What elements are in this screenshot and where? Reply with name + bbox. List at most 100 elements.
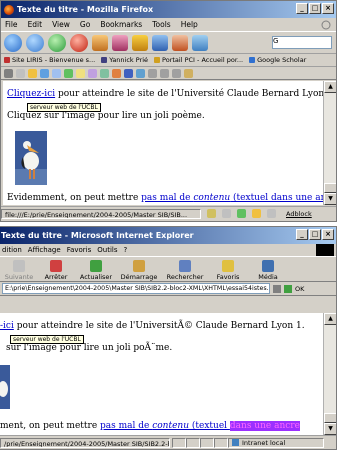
minimize-button[interactable]: _: [296, 229, 308, 240]
scroll-down-icon[interactable]: ▼: [324, 193, 336, 205]
ucbl-link[interactable]: -ici: [0, 321, 14, 331]
ie-scrollbar[interactable]: ▲ ▼: [323, 313, 336, 435]
refresh-icon: [90, 260, 102, 272]
menu-view[interactable]: View: [52, 20, 70, 29]
scroll-down-icon[interactable]: ▼: [324, 423, 336, 435]
menu-help[interactable]: Help: [181, 20, 198, 29]
bookmark-yannick[interactable]: Yannick Prié: [101, 56, 148, 64]
gear-icon[interactable]: [192, 34, 208, 51]
menu-tools[interactable]: Tools: [152, 20, 170, 29]
ie-window: Texte du titre - Microsoft Internet Expl…: [0, 226, 337, 450]
bookmark-icon: [4, 57, 10, 63]
content-link[interactable]: pas mal de contenu (textuel dans une anc…: [141, 193, 323, 203]
home-icon[interactable]: [92, 34, 108, 51]
maximize-button[interactable]: □: [309, 229, 321, 240]
prev-icon[interactable]: [160, 68, 169, 78]
highlighted-anchor[interactable]: dans une ancre: [229, 421, 300, 431]
stop-button[interactable]: [70, 33, 88, 52]
home-button[interactable]: Démarrage: [116, 260, 162, 281]
puzzle-icon[interactable]: [132, 34, 148, 51]
status-icon[interactable]: [222, 209, 231, 218]
refresh-button[interactable]: Actualiser: [76, 260, 116, 281]
media-icon[interactable]: [136, 68, 145, 78]
forward-button[interactable]: [26, 33, 44, 52]
bookmark-scholar[interactable]: Google Scholar: [249, 56, 306, 64]
pelican-image[interactable]: [0, 365, 10, 409]
menu-outils[interactable]: Outils: [97, 246, 117, 254]
reload-button[interactable]: [48, 33, 66, 52]
rewind-icon[interactable]: [148, 68, 157, 78]
bookmark-add-icon[interactable]: [88, 68, 97, 78]
ie-titlebar: Texte du titre - Microsoft Internet Expl…: [0, 227, 336, 244]
music-icon[interactable]: [124, 68, 133, 78]
menu-affichage[interactable]: Affichage: [28, 246, 61, 254]
intranet-icon: [232, 439, 239, 446]
windows-logo-icon: [316, 244, 334, 256]
status-icon[interactable]: [237, 209, 246, 218]
firefox-scrollbar[interactable]: ▲ ▼: [323, 81, 336, 205]
window-title: Texte du titre - Microsoft Internet Expl…: [1, 231, 194, 240]
next-icon[interactable]: [172, 68, 181, 78]
adblock-link[interactable]: Adblock: [286, 210, 312, 218]
status-icon[interactable]: [252, 209, 261, 218]
back-button[interactable]: [4, 33, 22, 52]
edit-icon[interactable]: [184, 68, 193, 78]
arrow-icon[interactable]: [28, 68, 37, 78]
stop-button[interactable]: Arrêter: [36, 260, 76, 281]
address-input[interactable]: E:\prie\Enseignement\2004-2005\Master SI…: [2, 283, 270, 294]
dropdown-arrow-icon[interactable]: [273, 284, 281, 293]
search-button[interactable]: Rechercher: [162, 260, 208, 281]
status-slot: [186, 437, 200, 448]
ie-toolbar: Suivante Arrêter Actualiser Démarrage Re…: [0, 256, 336, 282]
status-path: file:///E:/prie/Enseignement/2004-2005/M…: [1, 208, 201, 219]
media-icon: [262, 260, 274, 272]
page-line-3: ment, on peut mettre pas mal de contenu …: [0, 421, 300, 431]
favorites-button[interactable]: Favoris: [208, 260, 248, 281]
scroll-thumb[interactable]: [324, 183, 336, 193]
content-link[interactable]: pas mal de contenu (textuel: [100, 421, 230, 431]
menu-bookmarks[interactable]: Bookmarks: [100, 20, 142, 29]
page-icon[interactable]: [40, 68, 49, 78]
flower-icon[interactable]: [64, 68, 73, 78]
home-icon: [133, 260, 145, 272]
minimize-button[interactable]: _: [296, 3, 308, 14]
pelican-image[interactable]: [15, 131, 47, 185]
menu-go[interactable]: Go: [80, 20, 90, 29]
extension-icon[interactable]: [112, 34, 128, 51]
ie-statusbar: /prie/Enseignement/2004-2005/Master SIB/…: [0, 435, 336, 449]
scroll-up-icon[interactable]: ▲: [324, 81, 336, 93]
url-input[interactable]: G: [272, 36, 332, 49]
ucbl-link[interactable]: Cliquez-ici: [7, 89, 55, 99]
menu-favoris[interactable]: Favoris: [67, 246, 92, 254]
firefox-page-content: Cliquez-ici pour atteindre le site de l'…: [3, 81, 323, 205]
grid-icon[interactable]: [52, 68, 61, 78]
speaker-icon[interactable]: [112, 68, 121, 78]
tools-icon[interactable]: [100, 68, 109, 78]
media-button[interactable]: Média: [248, 260, 288, 281]
window-title: Texte du titre - Mozilla Firefox: [17, 5, 154, 14]
scroll-thumb[interactable]: [324, 413, 336, 423]
bookmark-portail[interactable]: Portail PCI - Accueil por...: [154, 56, 243, 64]
settings-icon[interactable]: [4, 68, 13, 78]
forward-icon: [13, 260, 25, 272]
menu-edit[interactable]: Edit: [28, 20, 43, 29]
scroll-up-icon[interactable]: ▲: [324, 313, 336, 325]
note-icon[interactable]: [76, 68, 85, 78]
go-button[interactable]: OK: [295, 285, 304, 293]
menu-file[interactable]: File: [5, 20, 18, 29]
bookmark-liris[interactable]: Site LIRIS - Bienvenue s...: [4, 56, 95, 64]
go-arrow-icon[interactable]: [284, 284, 292, 293]
pencil-icon[interactable]: [152, 34, 168, 51]
close-button[interactable]: ×: [322, 229, 334, 240]
close-button[interactable]: ×: [322, 3, 334, 14]
menu-edition[interactable]: dition: [2, 246, 22, 254]
bug-icon[interactable]: [172, 34, 188, 51]
firefox-window: Texte du titre - Mozilla Firefox _ □ × F…: [0, 0, 337, 222]
menu-help[interactable]: ?: [124, 246, 128, 254]
maximize-button[interactable]: □: [309, 3, 321, 14]
forward-button[interactable]: Suivante: [2, 260, 36, 281]
status-icon[interactable]: [207, 209, 216, 218]
status-icon[interactable]: [267, 209, 276, 218]
counter-icon[interactable]: [16, 68, 25, 78]
ie-menubar: dition Affichage Favoris Outils ?: [0, 244, 336, 256]
